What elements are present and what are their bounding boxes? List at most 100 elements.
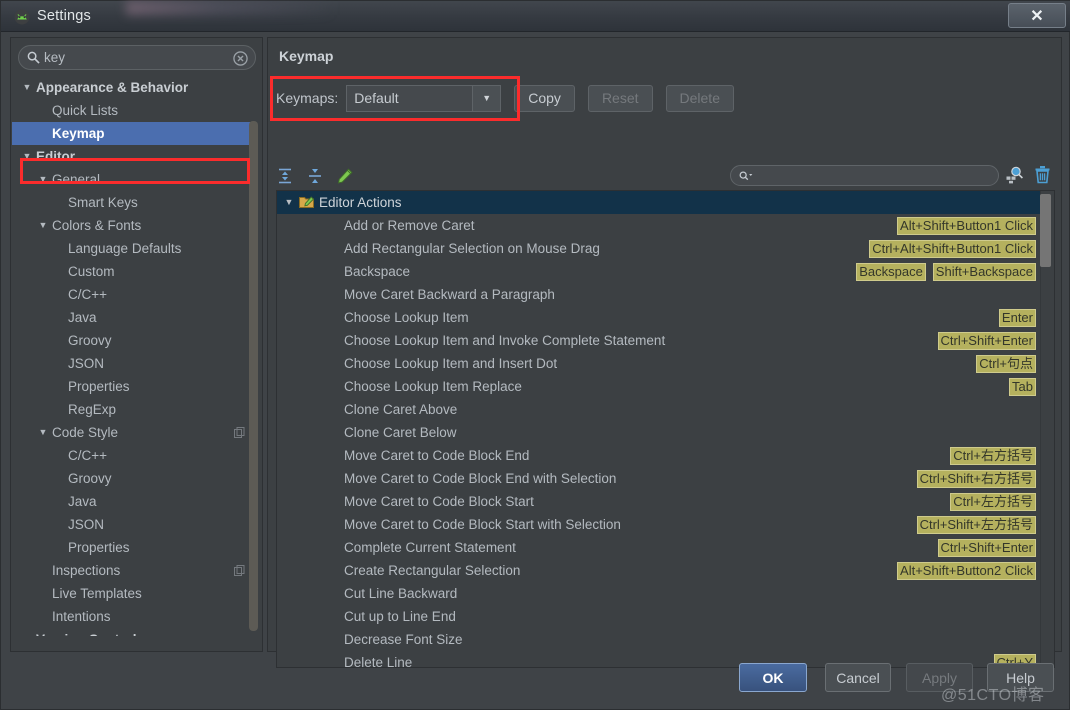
shortcut-badges: Backspace Shift+Backspace [856, 262, 1036, 281]
sidebar-item-java[interactable]: Java [12, 306, 255, 329]
action-label: Complete Current Statement [344, 540, 516, 555]
keymap-list-scrollbar-thumb[interactable] [1040, 194, 1051, 267]
sidebar-item-java[interactable]: Java [12, 490, 255, 513]
sidebar-scrollbar-thumb[interactable] [249, 121, 258, 631]
search-dropdown-icon[interactable] [739, 170, 754, 181]
sidebar-item-regexp[interactable]: RegExp [12, 398, 255, 421]
keymaps-combobox[interactable]: Default ▼ [346, 84, 502, 112]
sidebar-item-label: JSON [68, 356, 105, 371]
tree-expand-arrow[interactable]: ▼ [20, 76, 34, 99]
keymap-action-row[interactable]: Choose Lookup Item Replace Tab [277, 375, 1042, 398]
copy-button[interactable]: Copy [514, 84, 575, 112]
sidebar-item-live-templates[interactable]: Live Templates [12, 582, 255, 605]
keymap-action-row[interactable]: Move Caret to Code Block End Ctrl+右方括号 [277, 444, 1042, 467]
find-shortcut-icon[interactable] [1005, 165, 1024, 184]
sidebar-item-label: Smart Keys [68, 195, 138, 210]
keymap-action-row[interactable]: Add Rectangular Selection on Mouse Drag C… [277, 237, 1042, 260]
chevron-down-icon[interactable]: ▼ [472, 85, 501, 111]
sidebar-item-code-style[interactable]: ▼ Code Style [12, 421, 255, 444]
shortcut-badges: Alt+Shift+Button1 Click [897, 216, 1036, 235]
title-bar-blur-overlay [126, 1, 331, 15]
action-label: Move Caret to Code Block Start with Sele… [344, 517, 621, 532]
shortcut-badge: Ctrl+Shift+左方括号 [916, 515, 1036, 534]
tree-expand-arrow[interactable]: ▼ [36, 214, 50, 237]
settings-sidebar: key ▼ Appearance & Behavior Quick Lists Key… [10, 37, 263, 652]
sidebar-item-c-c[interactable]: C/C++ [12, 283, 255, 306]
clear-filter-trash-icon[interactable] [1034, 165, 1051, 184]
title-bar: Settings ✕ [1, 1, 1070, 32]
sidebar-item-c-c[interactable]: C/C++ [12, 444, 255, 467]
sidebar-item-groovy[interactable]: Groovy [12, 467, 255, 490]
keymap-action-row[interactable]: Move Caret to Code Block Start Ctrl+左方括号 [277, 490, 1042, 513]
sidebar-item-intentions[interactable]: Intentions [12, 605, 255, 628]
shortcut-badges: Ctrl+右方括号 [950, 446, 1036, 465]
shortcut-badge: Ctrl+Shift+Enter [937, 538, 1036, 557]
group-expand-arrow[interactable]: ▼ [283, 191, 295, 214]
sidebar-item-editor[interactable]: ▼ Editor [12, 145, 255, 168]
keymap-action-row[interactable]: Choose Lookup Item and Invoke Complete S… [277, 329, 1042, 352]
expand-all-icon[interactable] [276, 167, 294, 185]
keymap-list-scrollbar-track[interactable] [1040, 191, 1053, 667]
sidebar-item-keymap[interactable]: Keymap [12, 122, 255, 145]
keymap-action-row[interactable]: Backspace Backspace Shift+Backspace [277, 260, 1042, 283]
tree-expand-arrow[interactable]: ▼ [20, 145, 34, 168]
keymap-action-row[interactable]: Create Rectangular Selection Alt+Shift+Bu… [277, 559, 1042, 582]
sidebar-item-properties[interactable]: Properties [12, 375, 255, 398]
edit-shortcut-icon[interactable] [336, 167, 354, 185]
sidebar-item-colors-fonts[interactable]: ▼ Colors & Fonts [12, 214, 255, 237]
keymap-action-row[interactable]: Move Caret to Code Block End with Select… [277, 467, 1042, 490]
close-button[interactable]: ✕ [1008, 3, 1066, 28]
keymap-action-row[interactable]: Complete Current Statement Ctrl+Shift+Ent… [277, 536, 1042, 559]
sidebar-item-json[interactable]: JSON [12, 352, 255, 375]
shortcut-badges: Tab [1009, 377, 1036, 396]
sidebar-item-general[interactable]: ▼ General [12, 168, 255, 191]
sidebar-item-groovy[interactable]: Groovy [12, 329, 255, 352]
search-icon [27, 51, 40, 64]
sidebar-item-custom[interactable]: Custom [12, 260, 255, 283]
sidebar-item-label: Inspections [52, 563, 121, 578]
sidebar-item-smart-keys[interactable]: Smart Keys [12, 191, 255, 214]
keymap-action-row[interactable]: Decrease Font Size [277, 628, 1042, 651]
dialog-footer: OK Cancel Apply Help [10, 653, 1062, 702]
sidebar-item-properties[interactable]: Properties [12, 536, 255, 559]
keymap-action-row[interactable]: Cut up to Line End [277, 605, 1042, 628]
cancel-button[interactable]: Cancel [825, 663, 891, 692]
scheme-copy-icon [234, 565, 245, 576]
keymaps-label: Keymaps: [276, 90, 339, 106]
sidebar-item-label: Keymap [52, 126, 105, 141]
clear-icon[interactable] [233, 51, 248, 66]
tree-expand-arrow[interactable]: ▼ [36, 421, 50, 444]
keymaps-selector-row: Keymaps: Default ▼ Copy Reset Delete [276, 81, 734, 115]
ok-button[interactable]: OK [739, 663, 807, 692]
keymap-action-row[interactable]: Choose Lookup Item Enter [277, 306, 1042, 329]
keymap-action-row[interactable]: Clone Caret Below [277, 421, 1042, 444]
keymap-action-list[interactable]: ▼ Editor Actions Add or Remove Caret Alt+Sh… [276, 190, 1055, 668]
sidebar-item-inspections[interactable]: Inspections [12, 559, 255, 582]
keymap-action-row[interactable]: Choose Lookup Item and Insert Dot Ctrl+句点 [277, 352, 1042, 375]
sidebar-item-version-control[interactable]: ▼Version Control [12, 628, 255, 636]
keymap-group-row[interactable]: ▼ Editor Actions [277, 191, 1042, 214]
shortcut-filter-input[interactable] [730, 165, 999, 186]
settings-tree[interactable]: ▼ Appearance & Behavior Quick Lists Keymap ▼… [12, 76, 255, 636]
tree-expand-arrow[interactable]: ▼ [36, 168, 50, 191]
sidebar-scrollbar-track[interactable] [249, 76, 260, 636]
action-label: Backspace [344, 264, 411, 279]
keymap-action-row[interactable]: Clone Caret Above [277, 398, 1042, 421]
action-label: Clone Caret Above [344, 402, 458, 417]
keymap-action-row[interactable]: Add or Remove Caret Alt+Shift+Button1 Cli… [277, 214, 1042, 237]
sidebar-item-json[interactable]: JSON [12, 513, 255, 536]
collapse-all-icon[interactable] [306, 167, 324, 185]
reset-button[interactable]: Reset [587, 84, 653, 112]
sidebar-search-box[interactable]: key [18, 45, 256, 70]
sidebar-item-quick-lists[interactable]: Quick Lists [12, 99, 255, 122]
editor-actions-folder-icon [299, 196, 314, 208]
delete-button[interactable]: Delete [665, 84, 734, 112]
action-label: Decrease Font Size [344, 632, 463, 647]
tree-expand-arrow[interactable]: ▼ [20, 628, 34, 636]
shortcut-badge: Alt+Shift+Button1 Click [897, 216, 1036, 235]
keymap-action-row[interactable]: Move Caret to Code Block Start with Sele… [277, 513, 1042, 536]
keymap-action-row[interactable]: Move Caret Backward a Paragraph [277, 283, 1042, 306]
keymap-action-row[interactable]: Cut Line Backward [277, 582, 1042, 605]
sidebar-item-language-defaults[interactable]: Language Defaults [12, 237, 255, 260]
sidebar-item-appearance-behavior[interactable]: ▼ Appearance & Behavior [12, 76, 255, 99]
